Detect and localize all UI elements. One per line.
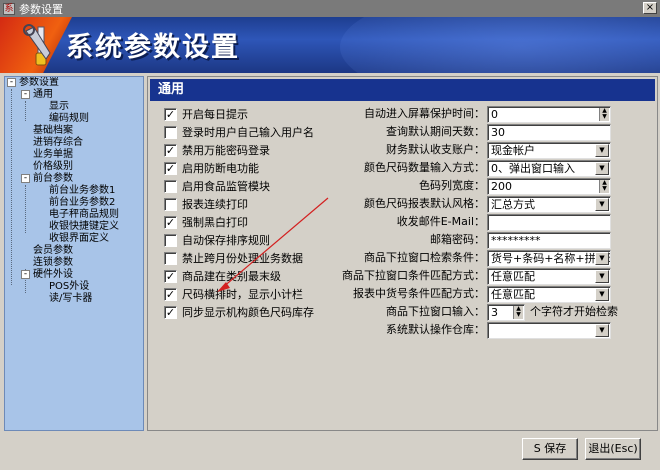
checkbox[interactable]: ✓ xyxy=(164,287,177,301)
exit-button[interactable]: 退出(Esc) xyxy=(585,438,641,460)
checkbox[interactable]: ✓ xyxy=(164,215,177,229)
email-field[interactable] xyxy=(487,214,611,231)
settings-tree[interactable]: - 参数设置 - 通用 显示 编码规则 基础档案 进销存综合 业务单据 价格级别 -… xyxy=(4,76,144,431)
checkbox-bw-print[interactable]: ✓ 强制黑白打印 xyxy=(164,214,248,230)
default-warehouse-select[interactable]: ▼ xyxy=(487,322,611,339)
settings-panel: 通用 ✓ 开启每日提示 登录时用户自己输入用户名 ✓ 禁用万能密码登录 ✓ 启用防断电… xyxy=(147,76,658,431)
dropdown-match-select[interactable]: 任意匹配 ▼ xyxy=(487,268,611,285)
label-screensaver-time: 自动进入屏幕保护时间： xyxy=(364,107,485,120)
chevron-down-icon[interactable]: ▼ xyxy=(595,144,609,157)
checkbox[interactable]: ✓ xyxy=(164,305,177,319)
checkbox-save-sort-rules[interactable]: 自动保存排序规则 xyxy=(164,232,270,248)
checkbox-no-cross-month[interactable]: 禁止跨月份处理业务数据 xyxy=(164,250,303,266)
checkbox-product-last-level[interactable]: ✓ 商品建在类别最末级 xyxy=(164,268,281,284)
screensaver-time-input[interactable]: 0 ▲ ▼ xyxy=(487,106,611,123)
window-title: 参数设置 xyxy=(19,2,63,16)
finance-account-select[interactable]: 现金帐户 ▼ xyxy=(487,142,611,159)
close-icon[interactable]: × xyxy=(643,2,657,14)
checkbox[interactable]: ✓ xyxy=(164,107,177,121)
label-default-warehouse: 系统默认操作仓库： xyxy=(386,323,485,336)
tree-item-coding-rules[interactable]: 编码规则 xyxy=(49,113,89,125)
checkbox[interactable]: ✓ xyxy=(164,269,177,283)
tree-item-scale-rules[interactable]: 电子秤商品规则 xyxy=(49,209,119,221)
checkbox[interactable]: ✓ xyxy=(164,161,177,175)
checkbox-user-input-name[interactable]: 登录时用户自己输入用户名 xyxy=(164,124,314,140)
window-titlebar[interactable]: 系 参数设置 × xyxy=(0,0,660,17)
tree-item-hardware[interactable]: - 硬件外设 xyxy=(21,269,73,281)
tree-item-basic-files[interactable]: 基础档案 xyxy=(33,125,73,137)
tree-item-front-params[interactable]: - 前台参数 xyxy=(21,173,73,185)
label-email-password: 邮箱密码： xyxy=(430,233,485,246)
tree-item-display[interactable]: 显示 xyxy=(49,101,69,113)
tree-item-cashier-ui[interactable]: 收银界面定义 xyxy=(49,233,109,245)
checkbox[interactable] xyxy=(164,233,177,247)
tree-item-params[interactable]: - 参数设置 xyxy=(7,77,59,89)
tree-item-cashier-hotkeys[interactable]: 收银快捷键定义 xyxy=(49,221,119,233)
chevron-down-icon[interactable]: ▼ xyxy=(595,324,609,337)
checkbox[interactable] xyxy=(164,179,177,193)
size-input-mode-select[interactable]: 0、弹出窗口输入 ▼ xyxy=(487,160,611,177)
label-dropdown-match: 商品下拉窗口条件匹配方式： xyxy=(342,269,485,282)
chevron-down-icon[interactable]: ▼ xyxy=(595,288,609,301)
checkbox[interactable]: ✓ xyxy=(164,143,177,157)
tree-item-card-reader[interactable]: 读/写卡器 xyxy=(49,293,92,305)
report-sku-match-select[interactable]: 任意匹配 ▼ xyxy=(487,286,611,303)
tree-item-member-params[interactable]: 会员参数 xyxy=(33,245,73,257)
dropdown-input-suffix: 个字符才开始检索 xyxy=(530,305,618,318)
spin-arrows-icon[interactable]: ▲ ▼ xyxy=(599,108,609,121)
label-size-input-mode: 颜色尺码数量输入方式： xyxy=(364,161,485,174)
label-color-column-width: 色码列宽度： xyxy=(419,179,485,192)
checkbox-disable-master-password[interactable]: ✓ 禁用万能密码登录 xyxy=(164,142,270,158)
checkbox-sync-stock[interactable]: ✓ 同步显示机构颜色尺码库存 xyxy=(164,304,314,320)
label-dropdown-search: 商品下拉窗口检索条件： xyxy=(364,251,485,264)
collapse-icon[interactable]: - xyxy=(21,89,30,99)
banner: 系统参数设置 xyxy=(0,17,660,73)
chevron-down-icon[interactable]: ▼ xyxy=(595,252,609,265)
tree-item-pos-devices[interactable]: POS外设 xyxy=(49,281,89,293)
label-finance-account: 财务默认收支账户： xyxy=(386,143,485,156)
save-button[interactable]: S 保存 xyxy=(522,438,578,460)
checkbox[interactable] xyxy=(164,197,177,211)
tree-item-front-biz-2[interactable]: 前台业务参数2 xyxy=(49,197,115,209)
checkbox-power-protect[interactable]: ✓ 启用防断电功能 xyxy=(164,160,259,176)
report-style-select[interactable]: 汇总方式 ▼ xyxy=(487,196,611,213)
app-icon: 系 xyxy=(3,2,15,15)
tree-item-chain-params[interactable]: 连锁参数 xyxy=(33,257,73,269)
query-days-input[interactable]: 30 xyxy=(487,124,611,141)
collapse-icon[interactable]: - xyxy=(21,269,30,279)
color-column-width-input[interactable]: 200 ▲ ▼ xyxy=(487,178,611,195)
checkbox[interactable] xyxy=(164,125,177,139)
dropdown-input-chars[interactable]: 3 ▲ ▼ xyxy=(487,304,525,321)
chevron-down-icon[interactable]: ▼ xyxy=(595,198,609,211)
label-report-style: 颜色尺码报表默认风格： xyxy=(364,197,485,210)
panel-title: 通用 xyxy=(150,79,655,101)
tree-item-price-levels[interactable]: 价格级别 xyxy=(33,161,73,173)
checkbox-continuous-print[interactable]: 报表连续打印 xyxy=(164,196,248,212)
checkbox-size-subtotal[interactable]: ✓ 尺码横排时，显示小计栏 xyxy=(164,286,303,302)
dropdown-search-select[interactable]: 货号+条码+名称+拼音码 ▼ xyxy=(487,250,611,267)
label-email: 收发邮件E-Mail： xyxy=(396,215,485,228)
banner-title: 系统参数设置 xyxy=(66,32,240,63)
spin-arrows-icon[interactable]: ▲ ▼ xyxy=(599,180,609,193)
tree-item-front-biz-1[interactable]: 前台业务参数1 xyxy=(49,185,115,197)
tree-item-general[interactable]: - 通用 xyxy=(21,89,53,101)
label-query-days: 查询默认期间天数： xyxy=(386,125,485,138)
spin-arrows-icon[interactable]: ▲ ▼ xyxy=(513,306,523,319)
tree-item-documents[interactable]: 业务单据 xyxy=(33,149,73,161)
wrench-screwdriver-icon xyxy=(23,24,51,66)
chevron-down-icon[interactable]: ▼ xyxy=(595,270,609,283)
collapse-icon[interactable]: - xyxy=(7,77,16,87)
checkbox-food-supervision[interactable]: 启用食品监管模块 xyxy=(164,178,270,194)
checkbox[interactable] xyxy=(164,251,177,265)
chevron-down-icon[interactable]: ▼ xyxy=(595,162,609,175)
tree-item-inventory[interactable]: 进销存综合 xyxy=(33,137,83,149)
label-report-sku-match: 报表中货号条件匹配方式： xyxy=(353,287,485,300)
email-password-field[interactable]: ********* xyxy=(487,232,611,249)
label-dropdown-input: 商品下拉窗口输入： xyxy=(386,305,485,318)
collapse-icon[interactable]: - xyxy=(21,173,30,183)
checkbox-daily-tip[interactable]: ✓ 开启每日提示 xyxy=(164,106,248,122)
